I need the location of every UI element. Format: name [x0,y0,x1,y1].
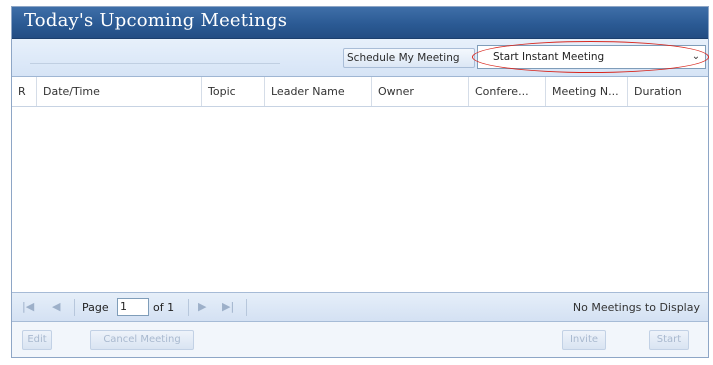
title-bar: Today's Upcoming Meetings [12,7,708,39]
column-header-topic[interactable]: Topic [202,77,265,106]
previous-page-icon[interactable]: ◀ [52,300,60,313]
pager-divider [246,299,247,316]
last-page-icon[interactable]: ▶| [222,300,234,313]
column-header-owner[interactable]: Owner [372,77,469,106]
meetings-panel: Today's Upcoming Meetings Schedule My Me… [11,6,709,358]
panel-title: Today's Upcoming Meetings [24,10,288,31]
toolbar: Schedule My Meeting Start Instant Meetin… [12,39,709,77]
schedule-my-meeting-button[interactable]: Schedule My Meeting [343,48,475,68]
pager-bar: |◀ ◀ Page 1 of 1 ▶ ▶| No Meetings to Dis… [12,292,708,322]
meetings-grid-body [12,107,708,292]
pager-status-text: No Meetings to Display [572,301,700,314]
page-count-label: of 1 [153,301,175,314]
instant-meeting-select-value: Start Instant Meeting [493,51,605,63]
column-header-date-time[interactable]: Date/Time [37,77,202,106]
pager-divider [74,299,75,316]
pager-divider [188,299,189,316]
grid-header: R Date/Time Topic Leader Name Owner Conf… [12,77,708,107]
chevron-down-icon[interactable]: ⌄ [689,49,703,65]
column-header-duration[interactable]: Duration [628,77,708,106]
column-header-conference[interactable]: Confere... [469,77,546,106]
action-footer: Edit Cancel Meeting Invite Start [12,322,708,357]
column-header-meeting-number[interactable]: Meeting N... [546,77,628,106]
invite-button[interactable]: Invite [562,330,606,350]
edit-button[interactable]: Edit [22,330,52,350]
instant-meeting-select[interactable]: Start Instant Meeting ⌄ [477,45,706,69]
column-header-r[interactable]: R [12,77,37,106]
page-number-input[interactable]: 1 [117,298,149,316]
column-header-leader-name[interactable]: Leader Name [265,77,372,106]
cancel-meeting-button[interactable]: Cancel Meeting [90,330,194,350]
first-page-icon[interactable]: |◀ [22,300,34,313]
next-page-icon[interactable]: ▶ [198,300,206,313]
page-label: Page [82,301,109,314]
start-button[interactable]: Start [649,330,689,350]
toolbar-divider [30,63,280,64]
